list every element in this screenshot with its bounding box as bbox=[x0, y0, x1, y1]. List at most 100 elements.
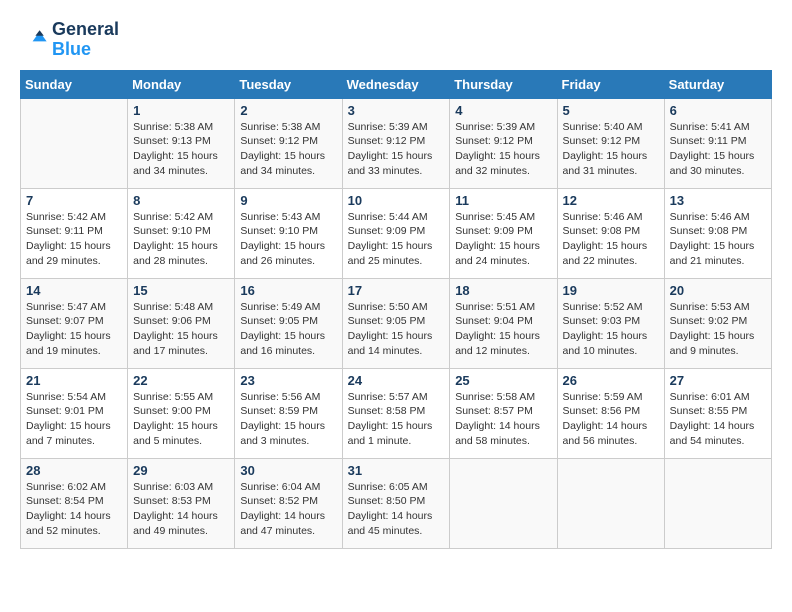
day-cell: 11Sunrise: 5:45 AMSunset: 9:09 PMDayligh… bbox=[450, 188, 557, 278]
week-row-2: 7 Sunrise: 5:42 AMSunset: 9:11 PMDaylight… bbox=[21, 188, 772, 278]
week-row-3: 14 Sunrise: 5:47 AMSunset: 9:07 PMDayligh… bbox=[21, 278, 772, 368]
day-info: Sunrise: 5:39 AMSunset: 9:12 PMDaylight:… bbox=[455, 121, 540, 177]
day-number: 23 bbox=[240, 373, 336, 388]
day-number: 5 bbox=[563, 103, 659, 118]
day-info: Sunrise: 6:05 AMSunset: 8:50 PMDaylight:… bbox=[348, 481, 433, 537]
column-header-friday: Friday bbox=[557, 70, 664, 98]
day-info: Sunrise: 5:51 AMSunset: 9:04 PMDaylight:… bbox=[455, 301, 540, 357]
day-number: 4 bbox=[455, 103, 551, 118]
day-info: Sunrise: 5:38 AMSunset: 9:12 PMDaylight:… bbox=[240, 121, 325, 177]
day-number: 18 bbox=[455, 283, 551, 298]
column-header-thursday: Thursday bbox=[450, 70, 557, 98]
day-info: Sunrise: 5:43 AMSunset: 9:10 PMDaylight:… bbox=[240, 211, 325, 267]
day-cell: 4 Sunrise: 5:39 AMSunset: 9:12 PMDaylight… bbox=[450, 98, 557, 188]
day-number: 9 bbox=[240, 193, 336, 208]
day-info: Sunrise: 5:40 AMSunset: 9:12 PMDaylight:… bbox=[563, 121, 648, 177]
day-cell: 25 Sunrise: 5:58 AMSunset: 8:57 PMDayligh… bbox=[450, 368, 557, 458]
day-cell: 13 Sunrise: 5:46 AMSunset: 9:08 PMDayligh… bbox=[664, 188, 771, 278]
day-number: 28 bbox=[26, 463, 122, 478]
week-row-1: 1 Sunrise: 5:38 AMSunset: 9:13 PMDaylight… bbox=[21, 98, 772, 188]
day-number: 25 bbox=[455, 373, 551, 388]
week-row-5: 28 Sunrise: 6:02 AMSunset: 8:54 PMDayligh… bbox=[21, 458, 772, 548]
day-cell: 3Sunrise: 5:39 AMSunset: 9:12 PMDaylight… bbox=[342, 98, 450, 188]
header-row: SundayMondayTuesdayWednesdayThursdayFrid… bbox=[21, 70, 772, 98]
day-number: 1 bbox=[133, 103, 229, 118]
day-number: 15 bbox=[133, 283, 229, 298]
day-number: 24 bbox=[348, 373, 445, 388]
day-info: Sunrise: 5:55 AMSunset: 9:00 PMDaylight:… bbox=[133, 391, 218, 447]
day-info: Sunrise: 5:54 AMSunset: 9:01 PMDaylight:… bbox=[26, 391, 111, 447]
day-cell: 7 Sunrise: 5:42 AMSunset: 9:11 PMDaylight… bbox=[21, 188, 128, 278]
day-info: Sunrise: 6:02 AMSunset: 8:54 PMDaylight:… bbox=[26, 481, 111, 537]
logo-text: General Blue bbox=[52, 20, 119, 60]
day-info: Sunrise: 5:45 AMSunset: 9:09 PMDaylight:… bbox=[455, 211, 540, 267]
column-header-sunday: Sunday bbox=[21, 70, 128, 98]
day-cell: 29 Sunrise: 6:03 AMSunset: 8:53 PMDayligh… bbox=[128, 458, 235, 548]
day-cell bbox=[450, 458, 557, 548]
day-info: Sunrise: 5:46 AMSunset: 9:08 PMDaylight:… bbox=[563, 211, 648, 267]
day-number: 16 bbox=[240, 283, 336, 298]
day-cell: 21Sunrise: 5:54 AMSunset: 9:01 PMDayligh… bbox=[21, 368, 128, 458]
day-info: Sunrise: 6:01 AMSunset: 8:55 PMDaylight:… bbox=[670, 391, 755, 447]
day-cell: 22Sunrise: 5:55 AMSunset: 9:00 PMDayligh… bbox=[128, 368, 235, 458]
day-cell: 14 Sunrise: 5:47 AMSunset: 9:07 PMDayligh… bbox=[21, 278, 128, 368]
day-cell: 24 Sunrise: 5:57 AMSunset: 8:58 PMDayligh… bbox=[342, 368, 450, 458]
day-info: Sunrise: 5:49 AMSunset: 9:05 PMDaylight:… bbox=[240, 301, 325, 357]
day-cell bbox=[664, 458, 771, 548]
day-info: Sunrise: 5:56 AMSunset: 8:59 PMDaylight:… bbox=[240, 391, 325, 447]
calendar-table: SundayMondayTuesdayWednesdayThursdayFrid… bbox=[20, 70, 772, 549]
day-cell: 26 Sunrise: 5:59 AMSunset: 8:56 PMDayligh… bbox=[557, 368, 664, 458]
day-info: Sunrise: 5:59 AMSunset: 8:56 PMDaylight:… bbox=[563, 391, 648, 447]
day-info: Sunrise: 5:58 AMSunset: 8:57 PMDaylight:… bbox=[455, 391, 540, 447]
day-cell: 16 Sunrise: 5:49 AMSunset: 9:05 PMDayligh… bbox=[235, 278, 342, 368]
column-header-saturday: Saturday bbox=[664, 70, 771, 98]
day-number: 13 bbox=[670, 193, 766, 208]
day-cell: 8 Sunrise: 5:42 AMSunset: 9:10 PMDaylight… bbox=[128, 188, 235, 278]
day-number: 7 bbox=[26, 193, 122, 208]
week-row-4: 21Sunrise: 5:54 AMSunset: 9:01 PMDayligh… bbox=[21, 368, 772, 458]
day-number: 17 bbox=[348, 283, 445, 298]
day-info: Sunrise: 6:03 AMSunset: 8:53 PMDaylight:… bbox=[133, 481, 218, 537]
day-number: 10 bbox=[348, 193, 445, 208]
day-number: 19 bbox=[563, 283, 659, 298]
day-number: 20 bbox=[670, 283, 766, 298]
day-number: 26 bbox=[563, 373, 659, 388]
day-cell: 15 Sunrise: 5:48 AMSunset: 9:06 PMDayligh… bbox=[128, 278, 235, 368]
day-cell: 1 Sunrise: 5:38 AMSunset: 9:13 PMDaylight… bbox=[128, 98, 235, 188]
day-number: 2 bbox=[240, 103, 336, 118]
day-cell: 23 Sunrise: 5:56 AMSunset: 8:59 PMDayligh… bbox=[235, 368, 342, 458]
day-cell: 18 Sunrise: 5:51 AMSunset: 9:04 PMDayligh… bbox=[450, 278, 557, 368]
day-info: Sunrise: 5:46 AMSunset: 9:08 PMDaylight:… bbox=[670, 211, 755, 267]
day-info: Sunrise: 5:48 AMSunset: 9:06 PMDaylight:… bbox=[133, 301, 218, 357]
day-info: Sunrise: 5:50 AMSunset: 9:05 PMDaylight:… bbox=[348, 301, 433, 357]
day-number: 3 bbox=[348, 103, 445, 118]
day-number: 8 bbox=[133, 193, 229, 208]
day-cell: 19 Sunrise: 5:52 AMSunset: 9:03 PMDayligh… bbox=[557, 278, 664, 368]
day-cell: 10Sunrise: 5:44 AMSunset: 9:09 PMDayligh… bbox=[342, 188, 450, 278]
day-info: Sunrise: 5:38 AMSunset: 9:13 PMDaylight:… bbox=[133, 121, 218, 177]
day-cell: 6Sunrise: 5:41 AMSunset: 9:11 PMDaylight… bbox=[664, 98, 771, 188]
logo-icon bbox=[20, 26, 48, 54]
day-number: 30 bbox=[240, 463, 336, 478]
day-cell: 2 Sunrise: 5:38 AMSunset: 9:12 PMDaylight… bbox=[235, 98, 342, 188]
day-cell: 5 Sunrise: 5:40 AMSunset: 9:12 PMDaylight… bbox=[557, 98, 664, 188]
day-info: Sunrise: 5:53 AMSunset: 9:02 PMDaylight:… bbox=[670, 301, 755, 357]
day-number: 12 bbox=[563, 193, 659, 208]
day-info: Sunrise: 5:47 AMSunset: 9:07 PMDaylight:… bbox=[26, 301, 111, 357]
day-number: 31 bbox=[348, 463, 445, 478]
day-info: Sunrise: 5:52 AMSunset: 9:03 PMDaylight:… bbox=[563, 301, 648, 357]
day-info: Sunrise: 5:41 AMSunset: 9:11 PMDaylight:… bbox=[670, 121, 755, 177]
day-cell: 12 Sunrise: 5:46 AMSunset: 9:08 PMDayligh… bbox=[557, 188, 664, 278]
day-info: Sunrise: 6:04 AMSunset: 8:52 PMDaylight:… bbox=[240, 481, 325, 537]
day-number: 29 bbox=[133, 463, 229, 478]
day-cell bbox=[557, 458, 664, 548]
column-header-wednesday: Wednesday bbox=[342, 70, 450, 98]
day-cell: 17 Sunrise: 5:50 AMSunset: 9:05 PMDayligh… bbox=[342, 278, 450, 368]
column-header-monday: Monday bbox=[128, 70, 235, 98]
day-info: Sunrise: 5:42 AMSunset: 9:11 PMDaylight:… bbox=[26, 211, 111, 267]
day-info: Sunrise: 5:57 AMSunset: 8:58 PMDaylight:… bbox=[348, 391, 433, 447]
day-number: 14 bbox=[26, 283, 122, 298]
day-cell: 20 Sunrise: 5:53 AMSunset: 9:02 PMDayligh… bbox=[664, 278, 771, 368]
day-info: Sunrise: 5:42 AMSunset: 9:10 PMDaylight:… bbox=[133, 211, 218, 267]
day-number: 27 bbox=[670, 373, 766, 388]
